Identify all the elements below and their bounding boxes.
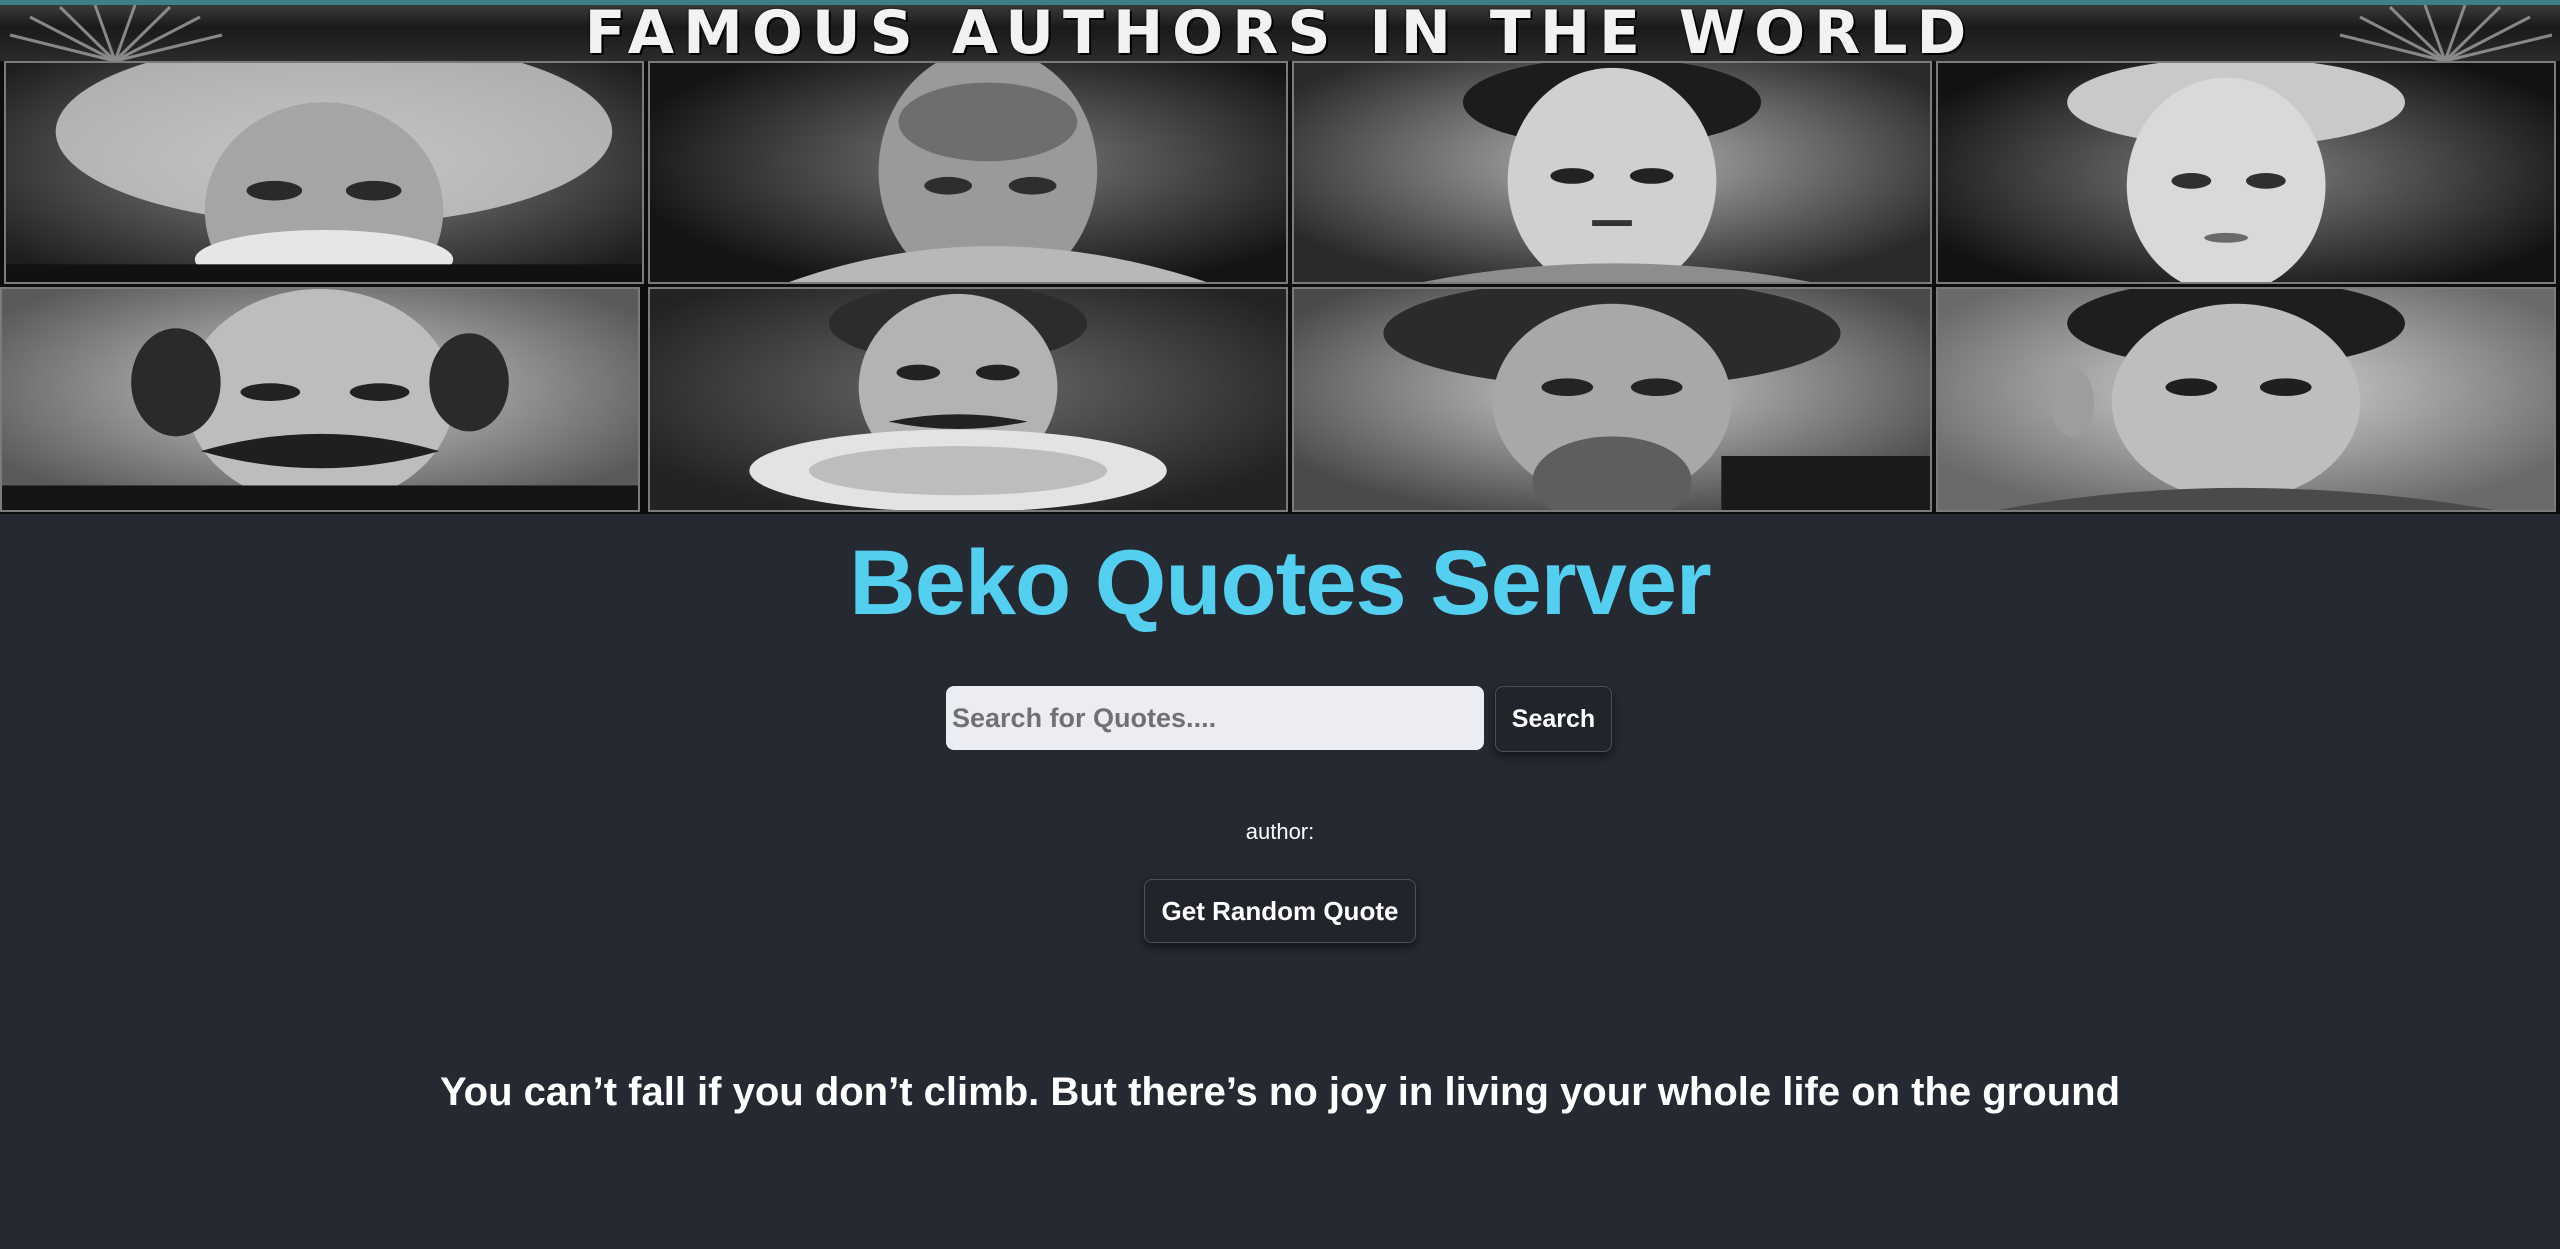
author-label: author:: [1245, 819, 1315, 844]
author-portrait-icon: [1292, 287, 1932, 512]
author-portrait-icon: [648, 61, 1288, 284]
get-random-quote-button[interactable]: Get Random Quote: [1144, 879, 1416, 943]
author-portrait-icon: [648, 287, 1288, 512]
author-portrait-icon: [0, 287, 640, 512]
authors-banner: FAMOUS AUTHORS IN THE WORLD: [0, 0, 2560, 514]
quote-text: You can’t fall if you don’t climb. But t…: [439, 1070, 2121, 1114]
banner-title: FAMOUS AUTHORS IN THE WORLD: [584, 0, 1976, 68]
author-portrait-icon: [1292, 61, 1932, 284]
site-title: Beko Quotes Server: [849, 532, 1711, 634]
search-input[interactable]: [946, 686, 1484, 750]
search-button[interactable]: Search: [1495, 686, 1612, 752]
author-portrait-icon: [1936, 287, 2556, 512]
author-portrait-icon: [4, 61, 644, 284]
author-portrait-icon: [1936, 61, 2556, 284]
